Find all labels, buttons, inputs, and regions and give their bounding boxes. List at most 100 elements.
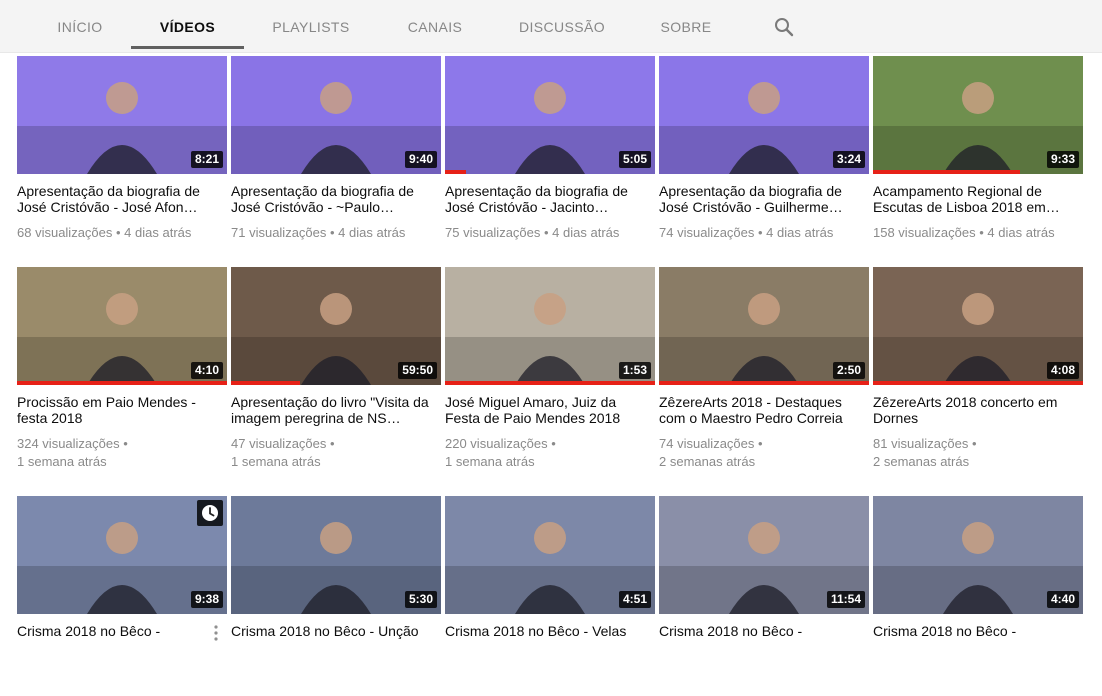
video-title[interactable]: Apresentação da biografia de José Cristó… <box>445 183 647 215</box>
video-title[interactable]: Apresentação da biografia de José Cristó… <box>659 183 861 215</box>
video-duration: 9:33 <box>1046 151 1079 168</box>
upload-age: 1 semana atrás <box>231 454 321 469</box>
video-thumbnail[interactable]: 4:08 <box>873 267 1083 385</box>
video-meta: 68 visualizações • 4 dias atrás <box>17 224 227 242</box>
watch-later-button[interactable] <box>197 500 223 526</box>
video-meta: 74 visualizações • 4 dias atrás <box>659 224 869 242</box>
tab-discussao[interactable]: DISCUSSÃO <box>512 0 612 52</box>
meta-separator: • <box>119 436 128 451</box>
video-thumbnail[interactable]: 9:38 <box>17 496 227 614</box>
video-title[interactable]: Crisma 2018 no Bêco - Unção <box>231 623 433 639</box>
meta-separator: • <box>540 225 553 240</box>
upload-age: 4 dias atrás <box>552 225 620 240</box>
watch-progress-bar <box>873 381 1083 385</box>
video-duration: 4:40 <box>1046 591 1079 608</box>
tab-sobre[interactable]: SOBRE <box>652 0 720 52</box>
video-card: 5:05 Apresentação da biografia de José Cr… <box>445 56 655 256</box>
meta-separator: • <box>975 225 988 240</box>
video-meta-views: 74 visualizações • <box>659 435 869 453</box>
video-thumbnail[interactable]: 11:54 <box>659 496 869 614</box>
video-title[interactable]: Procissão em Paio Mendes - festa 2018 <box>17 394 219 426</box>
video-card: 11:54 Crisma 2018 no Bêco - <box>659 496 869 696</box>
search-button[interactable] <box>772 15 796 39</box>
video-title[interactable]: ZêzereArts 2018 - Destaques com o Maestr… <box>659 394 861 426</box>
view-count: 220 visualizações <box>445 436 548 451</box>
upload-age: 4 dias atrás <box>338 225 406 240</box>
view-count: 68 visualizações <box>17 225 113 240</box>
view-count: 74 visualizações <box>659 225 755 240</box>
watch-progress-bar <box>445 170 466 174</box>
meta-separator: • <box>112 225 125 240</box>
upload-age: 2 semanas atrás <box>659 454 756 469</box>
video-duration: 4:08 <box>1046 362 1079 379</box>
upload-age: 4 dias atrás <box>766 225 834 240</box>
video-thumbnail[interactable]: 9:33 <box>873 56 1083 174</box>
video-card: 4:40 Crisma 2018 no Bêco - <box>873 496 1083 696</box>
video-menu-button[interactable] <box>213 624 219 642</box>
upload-age: 1 semana atrás <box>17 454 107 469</box>
video-title[interactable]: José Miguel Amaro, Juiz da Festa de Paio… <box>445 394 647 426</box>
active-tab-indicator <box>131 46 244 49</box>
video-thumbnail[interactable]: 59:50 <box>231 267 441 385</box>
video-duration: 3:24 <box>832 151 865 168</box>
video-card: 9:38 Crisma 2018 no Bêco - <box>17 496 227 696</box>
watch-progress-bar <box>231 381 301 385</box>
video-thumbnail[interactable]: 9:40 <box>231 56 441 174</box>
upload-age: 4 dias atrás <box>987 225 1055 240</box>
watch-progress-bar <box>873 170 1020 174</box>
video-card: 59:50 Apresentação do livro "Visita da im… <box>231 267 441 469</box>
video-title[interactable]: Crisma 2018 no Bêco - Velas <box>445 623 647 639</box>
search-icon <box>775 18 794 37</box>
view-count: 71 visualizações <box>231 225 327 240</box>
video-duration: 59:50 <box>398 362 437 379</box>
upload-age: 4 dias atrás <box>124 225 192 240</box>
video-meta-views: 47 visualizações • <box>231 435 441 453</box>
video-title[interactable]: Apresentação da biografia de José Cristó… <box>231 183 433 215</box>
video-card: 9:33 Acampamento Regional de Escutas de L… <box>873 56 1083 256</box>
upload-age: 2 semanas atrás <box>873 454 970 469</box>
video-title[interactable]: Apresentação do livro "Visita da imagem … <box>231 394 433 426</box>
tab-playlists[interactable]: PLAYLISTS <box>262 0 360 52</box>
video-thumbnail[interactable]: 4:10 <box>17 267 227 385</box>
video-title[interactable]: Crisma 2018 no Bêco - <box>17 623 219 639</box>
video-duration: 1:53 <box>618 362 651 379</box>
view-count: 158 visualizações <box>873 225 976 240</box>
view-count: 81 visualizações <box>873 436 969 451</box>
video-duration: 11:54 <box>826 591 865 608</box>
video-thumbnail[interactable]: 5:05 <box>445 56 655 174</box>
video-duration: 2:50 <box>832 362 865 379</box>
video-title[interactable]: Crisma 2018 no Bêco - <box>659 623 861 639</box>
video-card: 5:30 Crisma 2018 no Bêco - Unção <box>231 496 441 696</box>
watch-progress-bar <box>445 381 655 385</box>
video-duration: 4:10 <box>190 362 223 379</box>
video-thumbnail[interactable]: 5:30 <box>231 496 441 614</box>
meta-separator: • <box>326 225 339 240</box>
video-title[interactable]: ZêzereArts 2018 concerto em Dornes <box>873 394 1075 426</box>
video-title[interactable]: Crisma 2018 no Bêco - <box>873 623 1075 639</box>
video-thumbnail[interactable]: 3:24 <box>659 56 869 174</box>
more-vert-icon <box>214 625 218 641</box>
video-card: 2:50 ZêzereArts 2018 - Destaques com o Ma… <box>659 267 869 469</box>
video-title[interactable]: Apresentação da biografia de José Cristó… <box>17 183 219 215</box>
video-thumbnail[interactable]: 2:50 <box>659 267 869 385</box>
view-count: 324 visualizações <box>17 436 120 451</box>
video-thumbnail[interactable]: 4:40 <box>873 496 1083 614</box>
channel-tabs: INÍCIO VÍDEOS PLAYLISTS CANAIS DISCUSSÃO… <box>0 0 1102 53</box>
video-thumbnail[interactable]: 4:51 <box>445 496 655 614</box>
video-duration: 5:30 <box>404 591 437 608</box>
meta-separator: • <box>326 436 335 451</box>
tab-inicio[interactable]: INÍCIO <box>44 0 116 52</box>
video-duration: 5:05 <box>618 151 651 168</box>
video-card: 4:51 Crisma 2018 no Bêco - Velas <box>445 496 655 696</box>
video-card: 3:24 Apresentação da biografia de José Cr… <box>659 56 869 256</box>
meta-separator: • <box>754 436 763 451</box>
video-title[interactable]: Acampamento Regional de Escutas de Lisbo… <box>873 183 1075 215</box>
video-meta-views: 81 visualizações • <box>873 435 1083 453</box>
tab-canais[interactable]: CANAIS <box>398 0 472 52</box>
tab-videos[interactable]: VÍDEOS <box>131 0 244 52</box>
video-duration: 4:51 <box>618 591 651 608</box>
video-card: 4:10 Procissão em Paio Mendes - festa 201… <box>17 267 227 469</box>
video-thumbnail[interactable]: 1:53 <box>445 267 655 385</box>
meta-separator: • <box>968 436 977 451</box>
video-thumbnail[interactable]: 8:21 <box>17 56 227 174</box>
